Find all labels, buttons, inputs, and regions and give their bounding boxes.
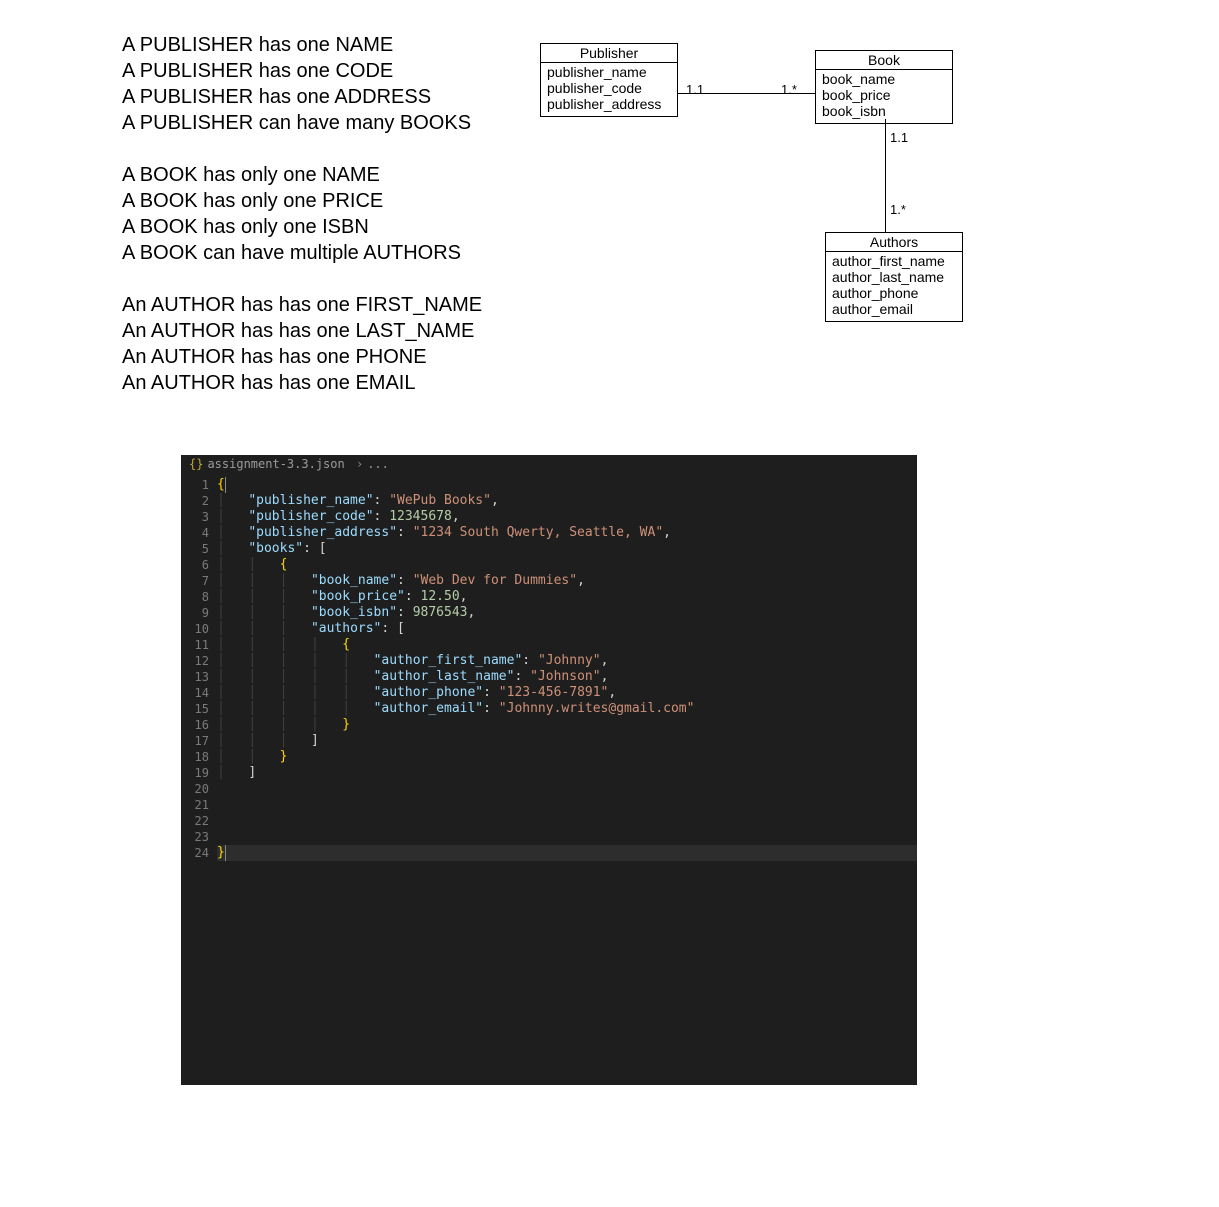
field: author_phone <box>832 285 956 301</box>
line-number: 9 <box>181 605 209 621</box>
breadcrumb-file: assignment-3.3.json <box>207 457 344 471</box>
line-number: 3 <box>181 509 209 525</box>
field: author_email <box>832 301 956 317</box>
code-line[interactable]: │ "publisher_address": "1234 South Qwert… <box>217 525 917 541</box>
req-line: A PUBLISHER has one ADDRESS <box>122 84 482 110</box>
line-number: 22 <box>181 813 209 829</box>
field: book_price <box>822 87 946 103</box>
code-line[interactable]: │ │ │ │ } <box>217 717 917 733</box>
json-file-icon: {} <box>189 457 203 471</box>
code-line[interactable]: │ │ │ │ │ "author_first_name": "Johnny", <box>217 653 917 669</box>
requirements-text: A PUBLISHER has one NAME A PUBLISHER has… <box>122 32 482 396</box>
line-number: 7 <box>181 573 209 589</box>
req-line: A BOOK has only one NAME <box>122 162 482 188</box>
entity-title: Publisher <box>541 44 677 63</box>
line-number: 24 <box>181 845 209 861</box>
line-number: 4 <box>181 525 209 541</box>
line-number: 18 <box>181 749 209 765</box>
code-line[interactable] <box>217 829 917 845</box>
entity-fields: book_name book_price book_isbn <box>816 70 952 123</box>
code-line[interactable]: { <box>217 477 917 493</box>
entity-authors: Authors author_first_name author_last_na… <box>825 232 963 322</box>
line-number: 16 <box>181 717 209 733</box>
line-number-gutter: 123456789101112131415161718192021222324 <box>181 477 217 861</box>
code-line[interactable]: │ │ │ │ │ "author_email": "Johnny.writes… <box>217 701 917 717</box>
field: author_last_name <box>832 269 956 285</box>
line-number: 8 <box>181 589 209 605</box>
code-line[interactable]: │ │ } <box>217 749 917 765</box>
req-line: A BOOK can have multiple AUTHORS <box>122 240 482 266</box>
field: publisher_address <box>547 96 671 112</box>
code-line[interactable]: │ "books": [ <box>217 541 917 557</box>
field: publisher_name <box>547 64 671 80</box>
code-line[interactable]: │ │ { <box>217 557 917 573</box>
field: book_isbn <box>822 103 946 119</box>
multiplicity-label: 1.* <box>781 82 797 97</box>
code-editor: {}assignment-3.3.json ›... 1234567891011… <box>181 455 917 1085</box>
entity-title: Authors <box>826 233 962 252</box>
code-line[interactable]: │ │ │ "book_price": 12.50, <box>217 589 917 605</box>
line-number: 5 <box>181 541 209 557</box>
line-number: 2 <box>181 493 209 509</box>
line-number: 11 <box>181 637 209 653</box>
req-line: A BOOK has only one ISBN <box>122 214 482 240</box>
code-area[interactable]: 123456789101112131415161718192021222324 … <box>181 477 917 861</box>
req-line: A BOOK has only one PRICE <box>122 188 482 214</box>
entity-fields: author_first_name author_last_name autho… <box>826 252 962 321</box>
line-number: 1 <box>181 477 209 493</box>
multiplicity-label: 1.1 <box>686 82 704 97</box>
er-diagram: Publisher publisher_name publisher_code … <box>540 40 965 325</box>
req-line: An AUTHOR has has one EMAIL <box>122 370 482 396</box>
connector-line <box>885 119 886 232</box>
code-line[interactable]: │ │ │ ] <box>217 733 917 749</box>
line-number: 20 <box>181 781 209 797</box>
line-number: 21 <box>181 797 209 813</box>
code-line[interactable]: │ ] <box>217 765 917 781</box>
line-number: 19 <box>181 765 209 781</box>
code-line[interactable]: │ │ │ "authors": [ <box>217 621 917 637</box>
code-line[interactable]: │ "publisher_name": "WePub Books", <box>217 493 917 509</box>
code-line[interactable] <box>217 797 917 813</box>
line-number: 14 <box>181 685 209 701</box>
line-number: 6 <box>181 557 209 573</box>
chevron-right-icon: › <box>356 457 363 471</box>
field: book_name <box>822 71 946 87</box>
line-number: 10 <box>181 621 209 637</box>
req-line: An AUTHOR has has one LAST_NAME <box>122 318 482 344</box>
code-line[interactable]: │ │ │ │ { <box>217 637 917 653</box>
code-line[interactable] <box>217 781 917 797</box>
req-line: An AUTHOR has has one FIRST_NAME <box>122 292 482 318</box>
field: publisher_code <box>547 80 671 96</box>
code-line[interactable]: │ "publisher_code": 12345678, <box>217 509 917 525</box>
req-line: A PUBLISHER has one CODE <box>122 58 482 84</box>
req-line: An AUTHOR has has one PHONE <box>122 344 482 370</box>
code-lines[interactable]: {│ "publisher_name": "WePub Books",│ "pu… <box>217 477 917 861</box>
req-line: A PUBLISHER has one NAME <box>122 32 482 58</box>
line-number: 23 <box>181 829 209 845</box>
code-line[interactable]: │ │ │ "book_name": "Web Dev for Dummies"… <box>217 573 917 589</box>
entity-title: Book <box>816 51 952 70</box>
field: author_first_name <box>832 253 956 269</box>
breadcrumb-tail: ... <box>367 457 389 471</box>
line-number: 12 <box>181 653 209 669</box>
entity-fields: publisher_name publisher_code publisher_… <box>541 63 677 116</box>
code-line[interactable]: } <box>217 845 917 861</box>
code-line[interactable] <box>217 813 917 829</box>
line-number: 17 <box>181 733 209 749</box>
multiplicity-label: 1.* <box>890 202 906 217</box>
code-line[interactable]: │ │ │ │ │ "author_phone": "123-456-7891"… <box>217 685 917 701</box>
code-line[interactable]: │ │ │ "book_isbn": 9876543, <box>217 605 917 621</box>
editor-breadcrumb[interactable]: {} assignment-3.3.json ›... <box>181 455 917 477</box>
line-number: 13 <box>181 669 209 685</box>
entity-publisher: Publisher publisher_name publisher_code … <box>540 43 678 117</box>
code-line[interactable]: │ │ │ │ │ "author_last_name": "Johnson", <box>217 669 917 685</box>
req-line: A PUBLISHER can have many BOOKS <box>122 110 482 136</box>
line-number: 15 <box>181 701 209 717</box>
entity-book: Book book_name book_price book_isbn <box>815 50 953 124</box>
multiplicity-label: 1.1 <box>890 130 908 145</box>
